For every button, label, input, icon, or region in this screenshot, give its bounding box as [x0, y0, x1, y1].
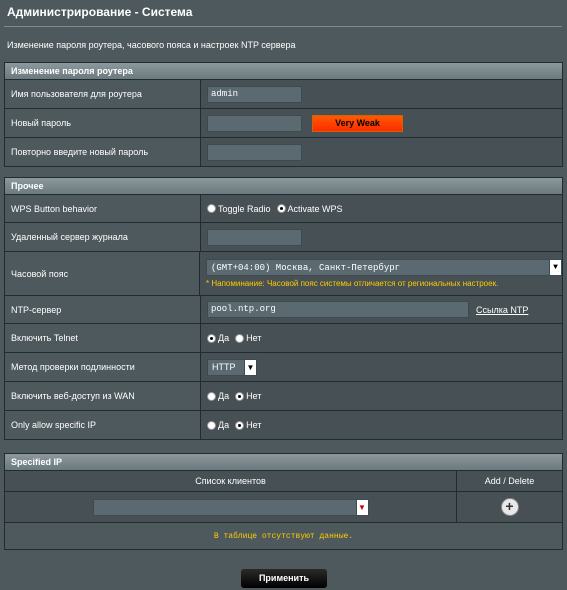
ntp-row: NTP-сервер pool.ntp.org Ссылка NTP [5, 295, 562, 323]
specified-ip-section: Specified IP Список клиентов Add / Delet… [4, 453, 563, 550]
chevron-down-icon: ▼ [549, 260, 561, 275]
radio-checked-icon [235, 420, 245, 430]
timezone-row: Часовой пояс (GMT+04:00) Москва, Санкт-П… [5, 251, 562, 295]
specific-ip-no-option[interactable]: Нет [235, 420, 261, 430]
wan-access-label: Включить веб-доступ из WAN [5, 382, 201, 410]
specified-ip-table-header: Список клиентов Add / Delete [5, 470, 562, 491]
log-server-input[interactable] [207, 228, 302, 246]
new-password-input[interactable] [207, 114, 302, 132]
radio-checked-icon [235, 391, 245, 401]
specified-ip-title: Specified IP [5, 454, 562, 470]
apply-button[interactable]: Применить [240, 568, 328, 589]
wan-access-yes-option[interactable]: Да [207, 391, 229, 401]
chevron-down-icon: ▼ [244, 359, 256, 375]
username-input[interactable]: admin [207, 85, 302, 103]
repeat-password-label: Повторно введите новый пароль [5, 138, 201, 166]
specified-ip-input-row: ▼ + [5, 491, 562, 522]
radio-checked-icon [207, 333, 216, 343]
wps-row: WPS Button behavior Toggle Radio Activat… [5, 194, 562, 222]
wan-access-no-option[interactable]: Нет [235, 391, 261, 401]
auth-method-select[interactable]: HTTP ▼ [207, 358, 257, 376]
password-section: Изменение пароля роутера Имя пользовател… [4, 62, 563, 167]
specific-ip-row: Only allow specific IP Да Нет [5, 410, 562, 439]
add-delete-column-header: Add / Delete [484, 476, 535, 486]
client-list-select[interactable]: ▼ [92, 498, 369, 516]
repeat-password-row: Повторно введите новый пароль [5, 137, 562, 166]
clients-column-header: Список клиентов [5, 471, 457, 491]
misc-section-title: Прочее [5, 178, 562, 194]
telnet-row: Включить Telnet Да Нет [5, 323, 562, 352]
telnet-no-option[interactable]: Нет [235, 333, 261, 343]
radio-checked-icon [276, 204, 286, 213]
wps-option-toggle-radio[interactable]: Toggle Radio [207, 204, 271, 214]
password-strength-badge: Very Weak [312, 114, 403, 132]
username-row: Имя пользователя для роутера admin [5, 79, 562, 108]
password-section-title: Изменение пароля роутера [5, 63, 562, 79]
page-description: Изменение пароля роутера, часового пояса… [7, 40, 296, 50]
radio-icon [207, 420, 216, 430]
specific-ip-yes-option[interactable]: Да [207, 420, 229, 430]
timezone-select[interactable]: (GMT+04:00) Москва, Санкт-Петербург ▼ [206, 259, 562, 276]
ntp-label: NTP-сервер [5, 296, 201, 323]
misc-section: Прочее WPS Button behavior Toggle Radio … [4, 177, 563, 440]
username-label: Имя пользователя для роутера [5, 80, 201, 108]
chevron-down-icon: ▼ [355, 499, 368, 515]
auth-method-label: Метод проверки подлинности [5, 353, 201, 381]
new-password-row: Новый пароль Very Weak [5, 108, 562, 137]
log-server-row: Удаленный сервер журнала [5, 222, 562, 251]
radio-icon [207, 391, 216, 401]
empty-table-message: В таблице отсутствуют данные. [5, 522, 562, 549]
title-divider [4, 26, 562, 27]
auth-method-row: Метод проверки подлинности HTTP ▼ [5, 352, 562, 381]
new-password-label: Новый пароль [5, 109, 201, 137]
wps-option-activate-wps[interactable]: Activate WPS [276, 204, 343, 214]
specific-ip-label: Only allow specific IP [5, 411, 201, 439]
ntp-server-input[interactable]: pool.ntp.org [207, 301, 469, 318]
page-title: Администрирование - Система [7, 5, 193, 19]
log-server-label: Удаленный сервер журнала [5, 223, 201, 251]
timezone-hint: * Напоминание: Часовой пояс системы отли… [206, 279, 499, 288]
radio-icon [235, 333, 245, 343]
telnet-label: Включить Telnet [5, 324, 201, 352]
add-icon[interactable]: + [500, 498, 519, 516]
ntp-link[interactable]: Ссылка NTP [476, 305, 528, 315]
wps-label: WPS Button behavior [5, 195, 201, 222]
wan-access-row: Включить веб-доступ из WAN Да Нет [5, 381, 562, 410]
radio-icon [207, 204, 216, 213]
timezone-label: Часовой пояс [5, 252, 200, 295]
telnet-yes-option[interactable]: Да [207, 333, 229, 343]
repeat-password-input[interactable] [207, 143, 302, 161]
